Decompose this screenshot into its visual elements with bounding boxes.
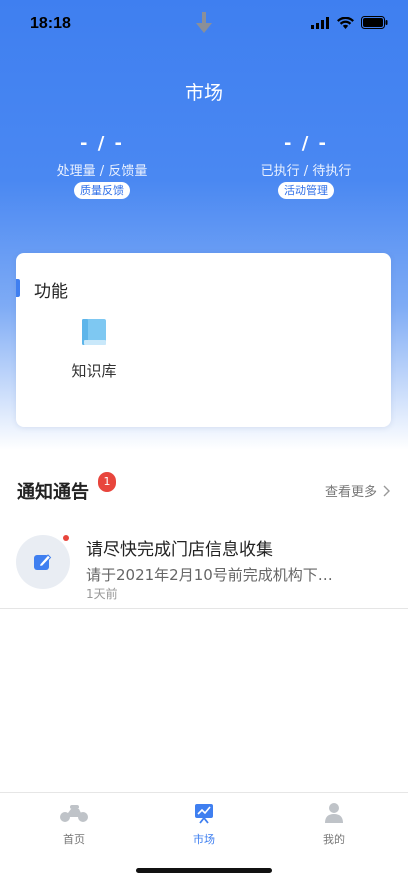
stat-quality: - / - 处理量 / 反馈量 质量反馈 <box>22 133 182 199</box>
notice-title: 请尽快完成门店信息收集 <box>86 540 273 560</box>
view-more-label: 查看更多 <box>324 485 377 500</box>
status-time: 18:18 <box>30 15 71 32</box>
knowledge-base-item[interactable]: 知识库 <box>61 317 127 381</box>
user-icon <box>294 801 374 825</box>
activity-management-button[interactable]: 活动管理 <box>278 182 334 199</box>
knowledge-base-label: 知识库 <box>71 362 117 380</box>
battery-icon <box>361 16 388 29</box>
quality-feedback-button[interactable]: 质量反馈 <box>74 182 130 199</box>
chart-board-icon <box>164 801 244 825</box>
tab-label: 首页 <box>63 833 85 846</box>
notice-time: 1天前 <box>86 587 118 601</box>
functions-card: 功能 知识库 <box>16 253 391 427</box>
book-icon <box>79 317 109 347</box>
stat-value: - / - <box>79 133 125 154</box>
tab-home[interactable]: 首页 <box>34 801 114 847</box>
section-accent <box>16 279 20 297</box>
stat-value: - / - <box>283 133 329 154</box>
home-indicator <box>136 868 272 873</box>
stat-label: 已执行 / 待执行 <box>260 164 352 179</box>
edit-icon <box>34 554 52 570</box>
tab-label: 市场 <box>193 833 215 846</box>
download-arrow-icon <box>195 12 213 38</box>
tab-market[interactable]: 市场 <box>164 801 244 847</box>
notice-header: 通知通告 1 查看更多 <box>0 470 408 510</box>
notice-section-title: 通知通告 <box>17 482 89 503</box>
view-more-link[interactable]: 查看更多 <box>325 481 390 500</box>
stat-label: 处理量 / 反馈量 <box>56 164 148 179</box>
notice-count-badge: 1 <box>98 472 116 492</box>
tab-label: 我的 <box>323 833 345 846</box>
wifi-icon <box>337 16 354 29</box>
page-title: 市场 <box>184 82 223 104</box>
status-indicators <box>311 16 388 29</box>
notice-list-item[interactable]: 请尽快完成门店信息收集 请于2021年2月10号前完成机构下… 1天前 <box>0 525 408 609</box>
chevron-right-icon <box>383 485 390 496</box>
motorcycle-icon <box>34 801 114 825</box>
unread-dot <box>63 535 69 541</box>
status-bar: 18:18 <box>0 0 408 50</box>
stat-activity: - / - 已执行 / 待执行 活动管理 <box>226 133 386 199</box>
notice-avatar <box>16 535 70 589</box>
signal-icon <box>311 16 329 29</box>
tab-mine[interactable]: 我的 <box>294 801 374 847</box>
functions-title: 功能 <box>34 282 68 302</box>
notice-summary: 请于2021年2月10号前完成机构下… <box>86 566 333 584</box>
